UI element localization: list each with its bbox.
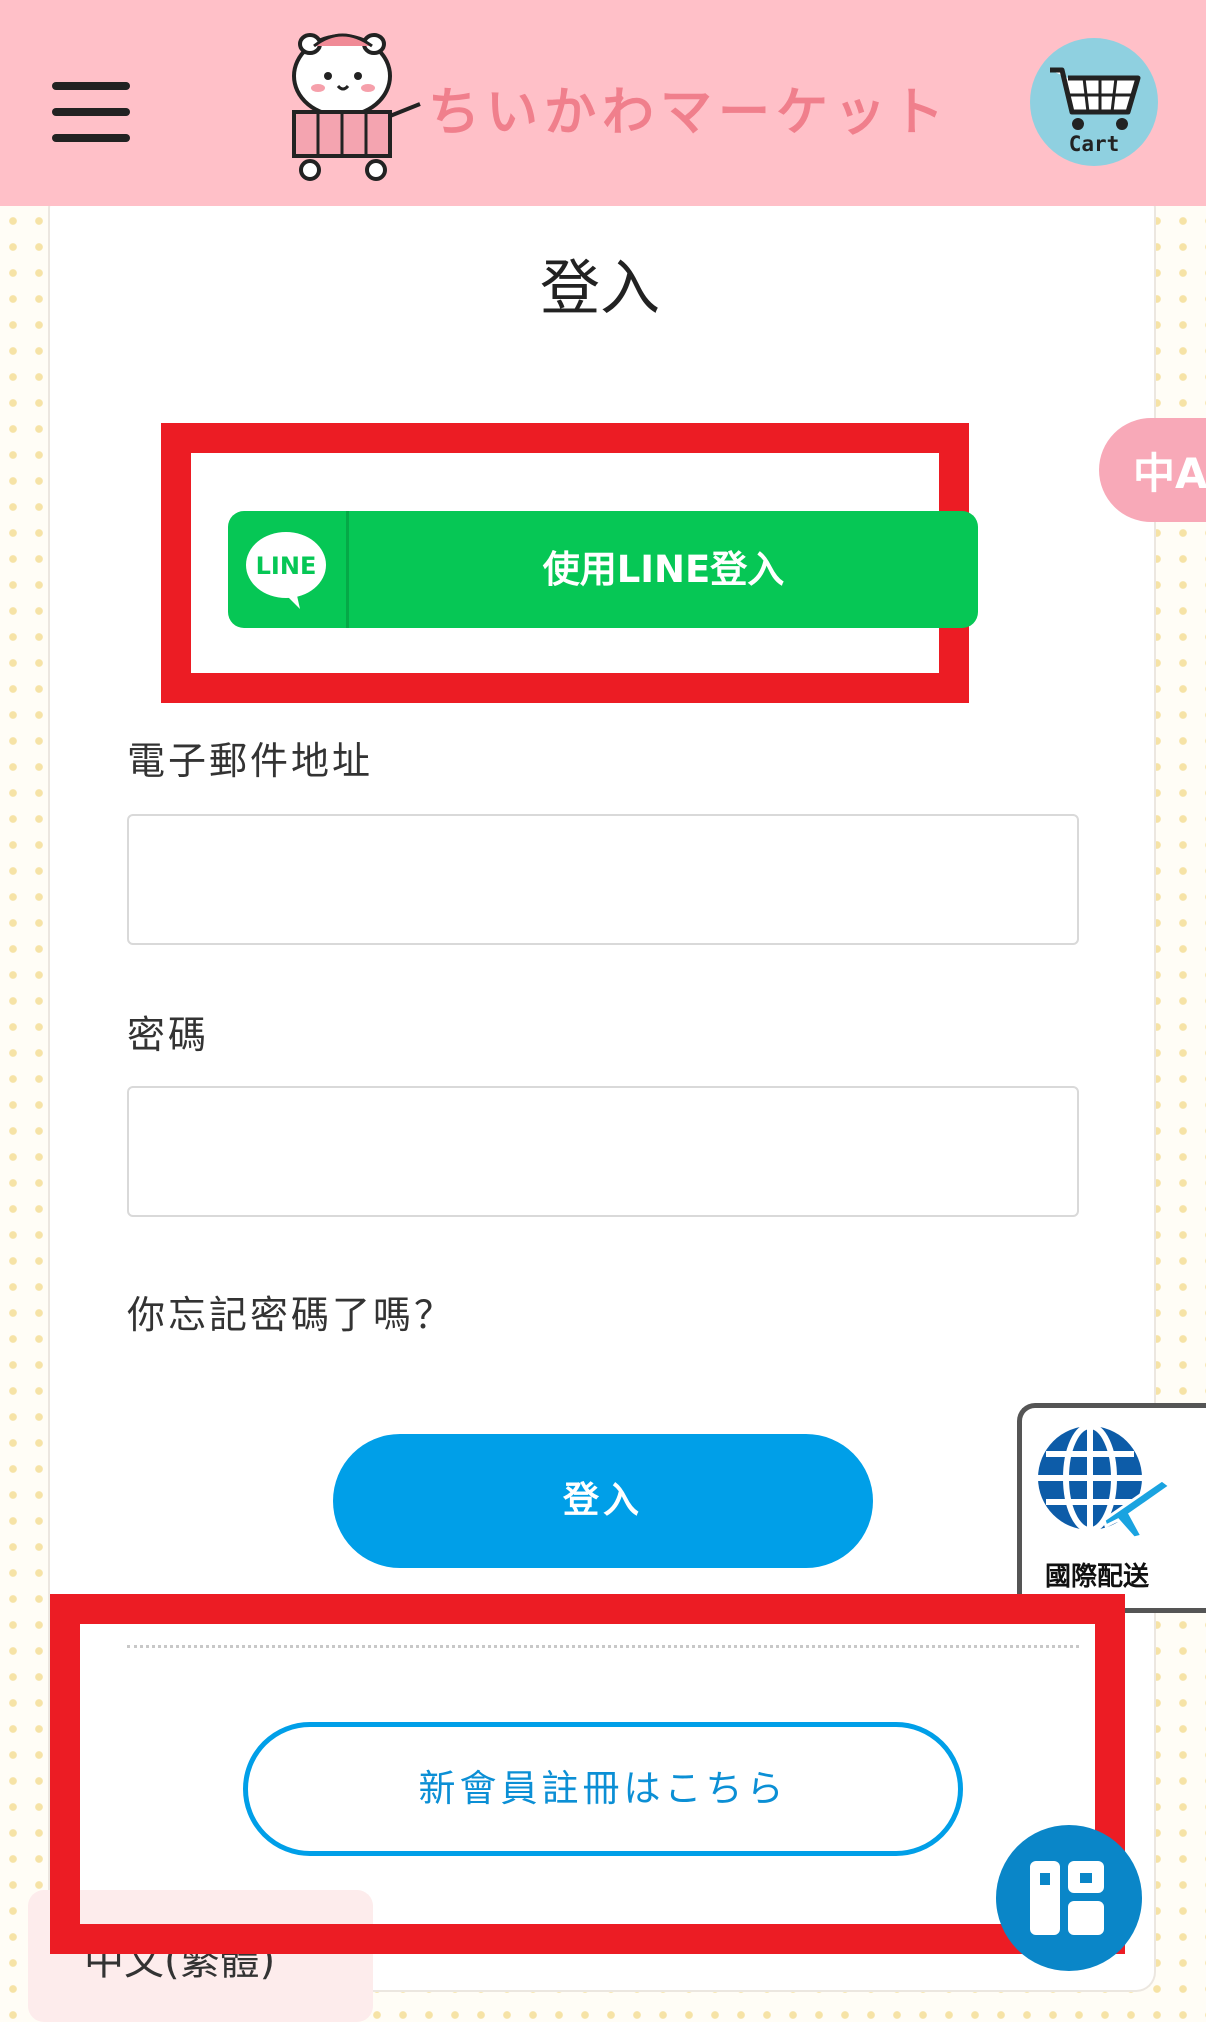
page-title: 登入 xyxy=(540,254,660,324)
forgot-password-link[interactable]: 你忘記密碼了嗎？ xyxy=(127,1284,455,1339)
site-header: ちいかわマーケット Cart xyxy=(0,0,1206,206)
logo-text: ちいかわマーケット xyxy=(428,83,951,143)
cart-button[interactable]: Cart xyxy=(1030,38,1158,166)
app-logo-icon xyxy=(1030,1861,1104,1935)
line-login-label: 使用LINE登入 xyxy=(542,548,785,591)
international-shipping-widget[interactable]: 國際配送 xyxy=(1017,1403,1206,1613)
globe-airplane-icon xyxy=(1038,1423,1172,1540)
email-field[interactable] xyxy=(127,814,1079,945)
password-field[interactable] xyxy=(127,1086,1079,1217)
shopping-cart-icon xyxy=(1050,67,1141,130)
line-logo-icon: LINE xyxy=(244,529,326,609)
translate-button[interactable]: 中A xyxy=(1099,418,1206,522)
hamburger-menu-icon[interactable] xyxy=(52,82,130,142)
chiikawa-cart-mascot-icon xyxy=(292,33,421,181)
cart-label: Cart xyxy=(1068,132,1120,156)
line-icon-text: LINE xyxy=(256,552,317,580)
highlight-box-register xyxy=(50,1594,1125,1954)
site-logo[interactable]: ちいかわマーケット xyxy=(280,24,944,184)
translate-icon: 中A xyxy=(1133,449,1206,498)
international-shipping-label: 國際配送 xyxy=(1044,1562,1149,1592)
login-button[interactable]: 登入 xyxy=(333,1434,873,1568)
email-label: 電子郵件地址 xyxy=(127,739,374,783)
password-label: 密碼 xyxy=(127,1013,210,1057)
line-login-button[interactable]: LINE 使用LINE登入 xyxy=(228,511,978,628)
floating-app-button[interactable] xyxy=(996,1825,1142,1971)
